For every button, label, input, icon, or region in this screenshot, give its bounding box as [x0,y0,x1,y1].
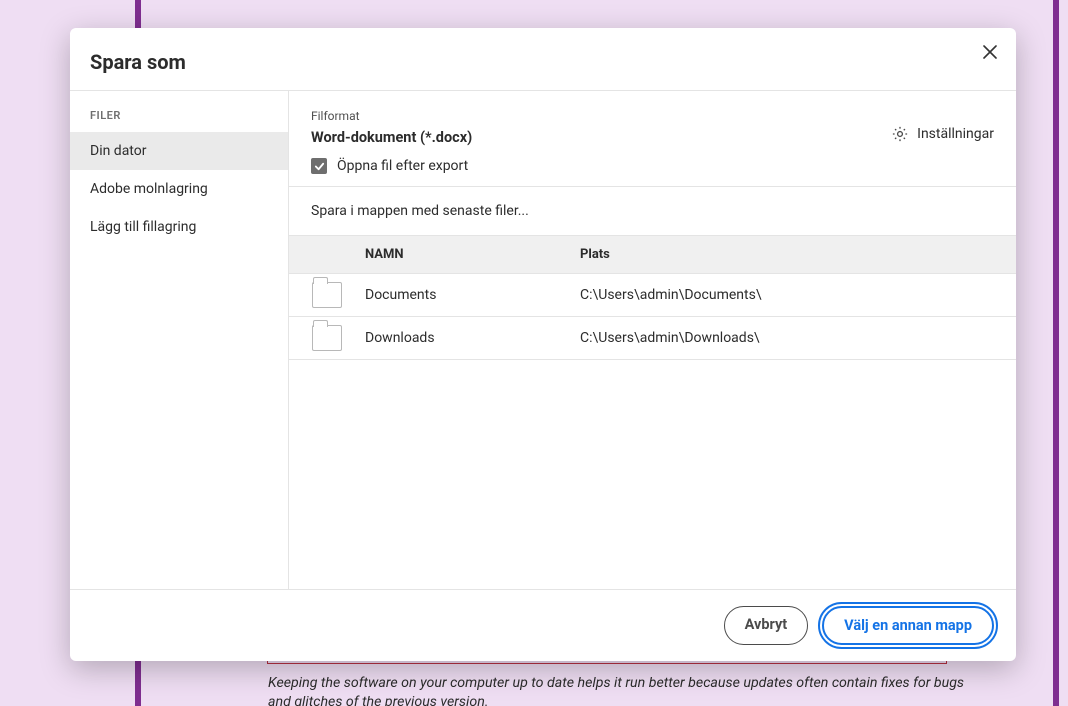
cancel-button[interactable]: Avbryt [724,606,809,645]
sidebar-item-adobe-cloud[interactable]: Adobe molnlagring [70,170,288,208]
save-as-dialog: Spara som FILER Din dator Adobe molnlagr… [70,28,1016,661]
main-panel: Filformat Word-dokument (*.docx) Öppna f… [289,91,1016,589]
format-left: Filformat Word-dokument (*.docx) Öppna f… [311,109,861,174]
table-cell-icon [289,282,365,308]
table-row[interactable]: Documents C:\Users\admin\Documents\ [289,274,1016,317]
dialog-footer: Avbryt Välj en annan mapp [70,589,1016,661]
close-button[interactable] [978,40,1002,64]
sidebar-item-add-storage[interactable]: Lägg till fillagring [70,208,288,246]
background-doc-tip-text: Keeping the software on your computer up… [268,674,968,706]
table-header-name[interactable]: NAMN [365,236,580,273]
close-icon [983,45,997,59]
table-cell-path: C:\Users\admin\Downloads\ [580,330,1016,346]
folder-icon [312,325,342,351]
dialog-header: Spara som [70,28,1016,91]
sidebar-section-label: FILER [70,109,288,132]
dialog-title: Spara som [90,50,990,74]
sidebar: FILER Din dator Adobe molnlagring Lägg t… [70,91,289,589]
open-after-export-label: Öppna fil efter export [337,158,468,174]
checkmark-icon [314,161,325,172]
settings-label: Inställningar [917,126,994,142]
recent-folders-table: NAMN Plats Documents C:\Users\admin\Docu… [289,235,1016,589]
open-after-export-checkbox[interactable] [311,158,327,174]
recent-caption: Spara i mappen med senaste filer... [289,187,1016,235]
format-row: Filformat Word-dokument (*.docx) Öppna f… [289,91,1016,187]
open-after-export-row[interactable]: Öppna fil efter export [311,158,861,174]
choose-folder-button[interactable]: Välj en annan mapp [822,606,994,645]
settings-button[interactable]: Inställningar [891,109,994,143]
gear-icon [891,125,909,143]
dialog-body: FILER Din dator Adobe molnlagring Lägg t… [70,91,1016,589]
sidebar-item-your-computer[interactable]: Din dator [70,132,288,170]
table-header-path[interactable]: Plats [580,236,1016,273]
format-caption: Filformat [311,109,861,123]
table-row[interactable]: Downloads C:\Users\admin\Downloads\ [289,317,1016,360]
table-cell-name: Documents [365,287,580,303]
table-cell-icon [289,325,365,351]
background-doc-right-border [1053,0,1059,706]
folder-icon [312,282,342,308]
table-cell-name: Downloads [365,330,580,346]
format-value[interactable]: Word-dokument (*.docx) [311,129,861,146]
table-header-icon-col [289,236,365,273]
table-cell-path: C:\Users\admin\Documents\ [580,287,1016,303]
table-header: NAMN Plats [289,235,1016,274]
